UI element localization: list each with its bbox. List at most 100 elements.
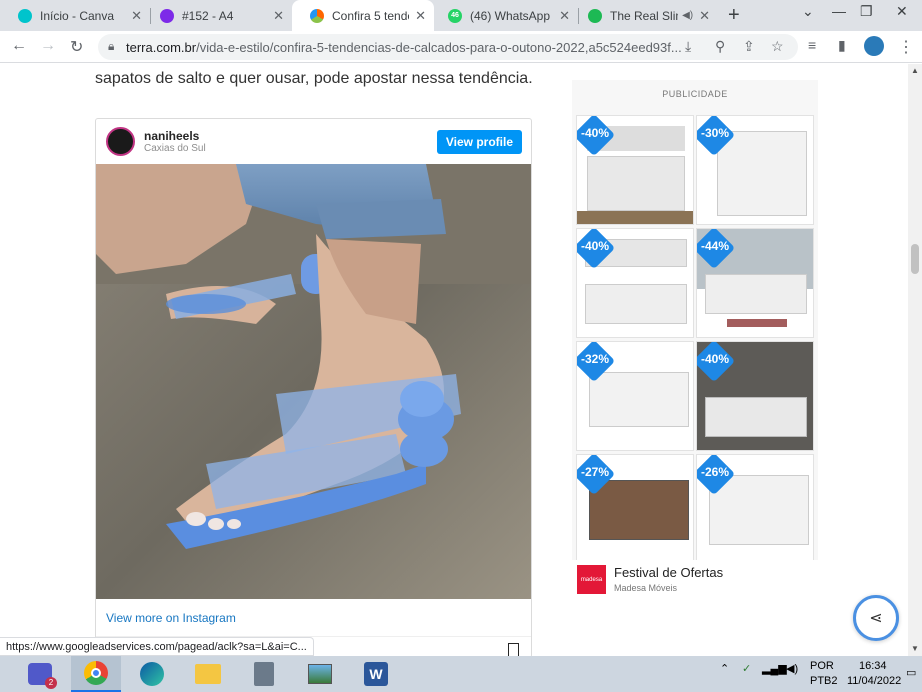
whatsapp-badge: 46 — [451, 12, 459, 19]
close-window-icon[interactable]: ✕ — [896, 3, 908, 20]
photos-icon[interactable] — [295, 656, 345, 692]
bookmark-icon[interactable] — [508, 643, 519, 656]
url-text[interactable]: terra.com.br/vida-e-estilo/confira-5-ten… — [126, 40, 681, 55]
speaker-icon[interactable]: ◀) — [682, 10, 693, 21]
tab-terra-active[interactable]: Confira 5 tendências ✕ — [292, 0, 434, 31]
reading-list-icon[interactable]: ≡ — [808, 37, 816, 53]
whatsapp-icon: 46 — [448, 8, 462, 23]
scrollbar[interactable]: ▲ ▼ — [908, 64, 922, 656]
ad-product-tile[interactable]: -40% — [576, 115, 694, 225]
share-button[interactable]: ⋖ — [853, 595, 899, 641]
clock-time[interactable]: 16:34 — [859, 660, 887, 672]
close-icon[interactable]: ✕ — [415, 8, 426, 24]
network-icon[interactable]: ▂▄▆ — [762, 662, 787, 675]
ad-panel[interactable]: PUBLICIDADE ⓘ ✕ -40% -30% -40% -44% — [572, 80, 818, 598]
edge-logo — [140, 662, 164, 686]
tab-spotify[interactable]: The Real Slim ◀) ✕ — [570, 0, 718, 31]
install-app-icon[interactable]: ⤓ — [685, 38, 691, 55]
ad-footer[interactable]: madesa Festival de Ofertas Madesa Móveis — [572, 560, 818, 598]
product-rug — [727, 319, 787, 327]
url-path: /vida-e-estilo/confira-5-tendencias-de-c… — [196, 40, 681, 55]
instagram-location[interactable]: Caxias do Sul — [144, 143, 206, 154]
product-floor — [577, 211, 693, 224]
tab-bar: Início - Canva ✕ #152 - A4 ✕ Confira 5 t… — [0, 0, 922, 31]
instagram-photo[interactable] — [96, 164, 531, 599]
avatar[interactable] — [106, 127, 135, 156]
close-icon[interactable]: ✕ — [559, 8, 570, 24]
language-indicator[interactable]: POR — [810, 660, 834, 672]
product-image — [585, 284, 687, 324]
bookmark-star-icon[interactable]: ☆ — [771, 38, 784, 55]
share-page-icon[interactable]: ⇪ — [743, 38, 755, 55]
tab-title: The Real Slim — [610, 8, 679, 23]
canva-icon — [160, 8, 174, 23]
scroll-down-icon[interactable]: ▼ — [911, 644, 919, 653]
product-image — [709, 475, 809, 545]
view-profile-button[interactable]: View profile — [436, 130, 522, 154]
calculator-icon[interactable] — [239, 656, 289, 692]
product-image — [705, 274, 807, 314]
tab-whatsapp[interactable]: 46 (46) WhatsApp ✕ — [430, 0, 578, 31]
ad-product-tile[interactable]: -26% — [696, 454, 814, 564]
ad-product-tile[interactable]: -40% — [576, 228, 694, 338]
clock-date[interactable]: 11/04/2022 — [847, 675, 901, 687]
side-panel-icon[interactable]: ▮ — [838, 37, 846, 54]
discount-label: -40% — [701, 352, 730, 366]
canva-icon — [18, 8, 32, 23]
show-hidden-icons[interactable]: ⌃ — [720, 662, 729, 675]
terra-icon — [310, 8, 324, 23]
minimize-icon[interactable]: — — [832, 3, 846, 19]
close-icon[interactable]: ✕ — [273, 8, 284, 24]
tab-a4[interactable]: #152 - A4 ✕ — [142, 0, 292, 31]
ad-product-tile[interactable]: -27% — [576, 454, 694, 564]
word-logo: W — [364, 662, 388, 686]
taskbar: 2 W ⌃ ✓ ▂▄▆ ◀) POR PTB2 16:34 11/04/2022… — [0, 656, 922, 692]
chrome-icon[interactable] — [71, 656, 121, 692]
chrome-center — [91, 668, 101, 678]
file-explorer-icon[interactable] — [183, 656, 233, 692]
reload-icon[interactable]: ↻ — [70, 37, 83, 57]
ad-product-tile[interactable]: -30% — [696, 115, 814, 225]
ad-product-tile[interactable]: -32% — [576, 341, 694, 451]
photos-logo — [308, 664, 332, 684]
ad-product-tile[interactable]: -40% — [696, 341, 814, 451]
browser-toolbar: ← → ↻ 🔒︎ terra.com.br/vida-e-estilo/conf… — [0, 31, 922, 63]
new-tab-icon[interactable]: + — [728, 4, 740, 27]
back-icon[interactable]: ← — [11, 37, 27, 55]
zoom-icon[interactable]: ⚲ — [715, 38, 725, 55]
tab-search-chevron-icon[interactable]: ⌄ — [802, 3, 814, 20]
ad-label: PUBLICIDADE — [662, 89, 728, 99]
link-status-bubble: https://www.googleadservices.com/pagead/… — [0, 637, 314, 656]
notifications-icon[interactable]: ▭ — [906, 666, 916, 679]
teams-badge: 2 — [45, 677, 57, 689]
keyboard-layout[interactable]: PTB2 — [810, 675, 838, 687]
close-icon[interactable]: ✕ — [131, 8, 142, 24]
word-icon[interactable]: W — [351, 656, 401, 692]
address-bar[interactable]: 🔒︎ terra.com.br/vida-e-estilo/confira-5-… — [98, 34, 798, 60]
sync-icon[interactable]: ✓ — [742, 662, 751, 675]
tab-title: #152 - A4 — [182, 8, 234, 23]
discount-label: -40% — [581, 239, 610, 253]
discount-label: -44% — [701, 239, 730, 253]
profile-avatar[interactable] — [864, 36, 884, 56]
scroll-thumb[interactable] — [911, 244, 919, 274]
instagram-username[interactable]: naniheels — [144, 129, 199, 143]
tab-title: Início - Canva — [40, 8, 115, 23]
teams-icon[interactable]: 2 — [15, 656, 65, 692]
restore-icon[interactable]: ❐ — [860, 3, 873, 20]
lock-icon[interactable]: 🔒︎ — [108, 39, 114, 54]
product-image — [705, 397, 807, 437]
edge-icon[interactable] — [127, 656, 177, 692]
product-image — [589, 372, 689, 427]
tab-canva[interactable]: Início - Canva ✕ — [0, 0, 150, 31]
share-icon: ⋖ — [869, 610, 883, 627]
volume-icon[interactable]: ◀) — [786, 662, 798, 675]
instagram-header: naniheels Caxias do Sul View profile — [96, 119, 531, 164]
view-more-instagram-link[interactable]: View more on Instagram — [106, 611, 236, 625]
menu-icon[interactable]: ⋮ — [898, 37, 914, 57]
ad-title[interactable]: Festival de Ofertas — [614, 565, 723, 580]
forward-icon[interactable]: → — [40, 37, 56, 55]
ad-product-tile[interactable]: -44% — [696, 228, 814, 338]
scroll-up-icon[interactable]: ▲ — [911, 66, 919, 75]
close-icon[interactable]: ✕ — [699, 8, 710, 24]
